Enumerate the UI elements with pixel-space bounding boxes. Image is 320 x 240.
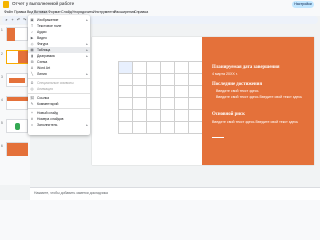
menu-divider [28,93,90,94]
menu-divider [28,108,90,109]
comment-icon: ✎ [30,101,34,106]
chevron-right-icon: ▸ [86,54,88,58]
chevron-right-icon: ▸ [86,18,88,22]
special-chars-icon: Ω [30,80,34,85]
textbox-icon: T [30,23,34,28]
slide-numbers-icon: # [31,116,33,121]
new-slide-icon[interactable]: + [10,17,15,23]
chevron-right-icon: ▸ [86,123,88,127]
line-icon: ╲ [30,71,34,76]
search-menus-icon[interactable]: ⌕ [4,17,9,23]
slide-thumbnail[interactable] [6,119,28,133]
link-icon: ⛓ [30,95,35,100]
chevron-right-icon: ▸ [86,72,88,76]
slide-thumbnail[interactable] [6,142,28,156]
slide-divider [212,137,224,138]
insert-comment-item[interactable]: ✎ Комментарий [28,101,90,107]
document-title[interactable]: Отчет у выполненной работе [12,1,74,6]
chevron-right-icon: ▸ [86,42,88,46]
shape-icon: ◇ [30,41,34,46]
speaker-notes-placeholder: Нажмите, чтобы добавить заметки докладчи… [34,191,108,195]
slide-thumbnail[interactable] [6,27,28,41]
slide-heading-completion[interactable]: Планируемая дата завершения [212,65,308,71]
slide-thumbnail[interactable] [6,73,28,87]
chart-icon: ▮ [31,53,33,58]
image-icon: ▣ [30,17,34,22]
table-icon: ▦ [30,47,34,52]
slide-bullet-1[interactable]: Введите свой текст здесь [216,89,308,94]
thumb-number: 4 [1,98,3,102]
redo-icon[interactable]: ↷ [22,17,27,23]
wordart-icon: A [30,65,34,70]
insert-animation-item[interactable]: ◎ Анимация [28,86,90,92]
menu-help[interactable]: Справка [133,10,149,14]
slide-heading-risk[interactable]: Основной риск [212,112,308,118]
slide-heading-achievements[interactable]: Последние достижения [212,82,308,88]
chevron-right-icon: ▸ [86,48,88,52]
slide-orange-panel[interactable]: Планируемая дата завершения 4 марта 20XX… [202,37,314,165]
slide-grid-region[interactable] [92,37,202,165]
menu-arrange[interactable]: Упорядочить [71,10,94,14]
share-button[interactable]: Настройки [292,1,314,8]
insert-placeholder-item[interactable]: □ Заполнитель ▸ [28,122,90,128]
thumb-number: 6 [1,144,3,148]
audio-icon: ♪ [31,29,33,34]
thumb-number: 5 [1,121,3,125]
video-icon: ▶ [30,35,34,40]
menu-divider [28,78,90,79]
current-slide[interactable]: Планируемая дата завершения 4 марта 20XX… [92,37,314,165]
new-slide-icon: + [31,110,33,115]
placeholder-icon: □ [30,122,34,127]
slide-text-date[interactable]: 4 марта 20XX г. [212,72,308,77]
slide-thumbnail[interactable] [6,96,28,110]
diagram-icon: ⊞ [30,59,34,64]
slide-filmstrip: 1 2 3 4 5 6 [0,25,30,185]
star-icon[interactable]: ☆ [50,1,54,7]
slides-logo-icon[interactable] [3,1,9,8]
slide-text-risk[interactable]: Введите свой текст здесь Введите свой те… [212,120,308,125]
speaker-notes[interactable]: Нажмите, чтобы добавить заметки докладчи… [30,187,320,200]
thumb-number: 3 [1,75,3,79]
insert-menu-dropdown: ▣ Изображение ▸ T Текстовое поле ♪ Аудио… [28,15,90,135]
title-bar: Отчет у выполненной работе ☆ Настройки [0,0,320,9]
slide-thumbnail-selected[interactable] [6,50,28,64]
slide-bullet-2[interactable]: Введите свой текст здесь Введите свой те… [216,95,308,100]
slides-app: Отчет у выполненной работе ☆ Настройки Ф… [0,0,320,200]
thumb-number: 1 [1,28,3,32]
insert-line-item[interactable]: ╲ Линия ▸ [28,71,90,77]
undo-icon[interactable]: ↶ [16,17,21,23]
thumb-number: 2 [1,52,3,56]
animation-icon: ◎ [30,86,34,91]
